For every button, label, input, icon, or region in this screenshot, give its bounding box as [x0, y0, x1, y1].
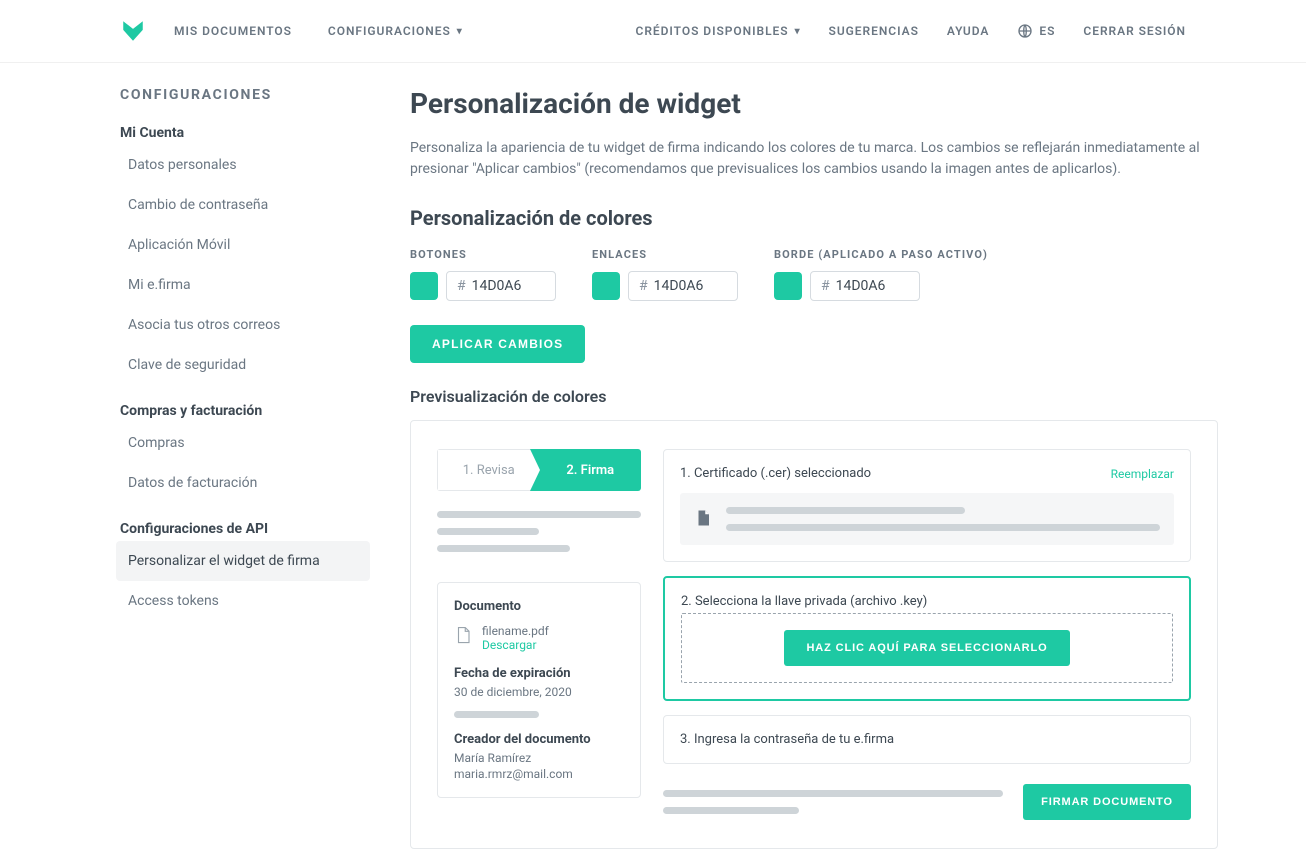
color-hex-value: 14D0A6 [472, 278, 522, 294]
main: Personalización de widget Personaliza la… [410, 87, 1218, 849]
chevron-down-icon: ▾ [795, 26, 801, 37]
page-description: Personaliza la apariencia de tu widget d… [410, 138, 1210, 180]
sidebar-item-security-key[interactable]: Clave de seguridad [116, 345, 370, 385]
skeleton-block [437, 511, 641, 562]
nav-credits[interactable]: CRÉDITOS DISPONIBLES ▾ [636, 24, 801, 38]
document-icon [694, 507, 712, 529]
color-hex-input[interactable]: # 14D0A6 [628, 271, 738, 301]
sidebar-item-efirma[interactable]: Mi e.firma [116, 265, 370, 305]
color-field-label: ENLACES [592, 248, 738, 261]
select-file-button[interactable]: HAZ CLIC AQUÍ PARA SELECCIONARLO [784, 630, 1069, 666]
preview-right-column: 1. Certificado (.cer) seleccionado Reemp… [663, 449, 1191, 820]
sidebar-section-billing: Compras y facturación [120, 403, 370, 419]
document-card-title: Documento [454, 599, 624, 614]
color-swatch[interactable] [410, 272, 438, 300]
preview-label: Previsualización de colores [410, 387, 1218, 406]
selected-cert-box [680, 493, 1174, 545]
color-hex-value: 14D0A6 [836, 278, 886, 294]
globe-icon [1017, 23, 1033, 39]
nav-language[interactable]: ES [1017, 23, 1055, 39]
nav-logout[interactable]: CERRAR SESIÓN [1083, 24, 1186, 38]
color-hex-input[interactable]: # 14D0A6 [810, 271, 920, 301]
sidebar-item-associate-emails[interactable]: Asocia tus otros correos [116, 305, 370, 345]
file-icon [454, 624, 472, 646]
preview-left-column: 1. Revisa 2. Firma Documento [437, 449, 641, 820]
sidebar-section-api: Configuraciones de API [120, 521, 370, 537]
document-download-link[interactable]: Descargar [482, 638, 549, 652]
creator-name: María Ramírez [454, 751, 624, 765]
skeleton-line [663, 790, 1003, 797]
color-field-links: ENLACES # 14D0A6 [592, 248, 738, 301]
skeleton-line [726, 524, 1160, 531]
nav-help[interactable]: AYUDA [947, 24, 990, 38]
step-tab-sign: 2. Firma [540, 449, 642, 491]
sidebar-item-change-password[interactable]: Cambio de contraseña [116, 185, 370, 225]
color-field-border: BORDE (APLICADO A PASO ACTIVO) # 14D0A6 [774, 248, 988, 301]
nav-left: MIS DOCUMENTOS CONFIGURACIONES ▾ [174, 24, 463, 38]
nav-configurations[interactable]: CONFIGURACIONES ▾ [328, 24, 463, 38]
preview-surface: 1. Revisa 2. Firma Documento [410, 420, 1218, 849]
color-hex-input[interactable]: # 14D0A6 [446, 271, 556, 301]
sidebar-item-customize-widget[interactable]: Personalizar el widget de firma [116, 541, 370, 581]
skeleton-line [437, 528, 539, 535]
skeleton-line [663, 807, 799, 814]
document-card: Documento filename.pdf Descargar Fecha d… [437, 582, 641, 798]
nav-documents[interactable]: MIS DOCUMENTOS [174, 24, 292, 38]
sidebar-item-access-tokens[interactable]: Access tokens [116, 581, 370, 621]
step-card-password-title: 3. Ingresa la contraseña de tu e.firma [680, 732, 1174, 747]
step-tabs: 1. Revisa 2. Firma [437, 449, 641, 491]
hash-symbol: # [639, 278, 648, 294]
nav-suggestions[interactable]: SUGERENCIAS [829, 24, 919, 38]
color-field-buttons: BOTONES # 14D0A6 [410, 248, 556, 301]
color-field-label: BORDE (APLICADO A PASO ACTIVO) [774, 248, 988, 261]
sidebar-title: CONFIGURACIONES [120, 87, 370, 103]
creator-email: maria.rmrz@mail.com [454, 767, 624, 781]
skeleton-line [726, 507, 965, 514]
sidebar-item-mobile-app[interactable]: Aplicación Móvil [116, 225, 370, 265]
step-card-password: 3. Ingresa la contraseña de tu e.firma [663, 715, 1191, 764]
chevron-down-icon: ▾ [457, 26, 463, 37]
nav-credits-label: CRÉDITOS DISPONIBLES [636, 24, 789, 38]
document-filename: filename.pdf [482, 624, 549, 638]
step-card-replace-link[interactable]: Reemplazar [1111, 467, 1174, 481]
sidebar-section-account: Mi Cuenta [120, 125, 370, 141]
color-field-label: BOTONES [410, 248, 556, 261]
color-swatch[interactable] [774, 272, 802, 300]
step-card-key-title: 2. Selecciona la llave privada (archivo … [681, 594, 1173, 609]
brand-logo-icon [120, 18, 146, 44]
skeleton-line [437, 545, 570, 552]
colors-section-title: Personalización de colores [410, 206, 1218, 230]
sidebar: CONFIGURACIONES Mi Cuenta Datos personal… [120, 87, 370, 849]
step-card-private-key: 2. Selecciona la llave privada (archivo … [663, 576, 1191, 701]
nav-configurations-label: CONFIGURACIONES [328, 24, 451, 38]
step-card-cert-title: 1. Certificado (.cer) seleccionado [680, 466, 871, 481]
sidebar-item-purchases[interactable]: Compras [116, 423, 370, 463]
step-tab-sign-wrap[interactable]: 2. Firma [540, 449, 642, 491]
expiration-label: Fecha de expiración [454, 666, 624, 681]
expiration-value: 30 de diciembre, 2020 [454, 685, 624, 699]
step-tab-review[interactable]: 1. Revisa [437, 449, 540, 491]
sidebar-item-personal-data[interactable]: Datos personales [116, 145, 370, 185]
dashed-dropzone[interactable]: HAZ CLIC AQUÍ PARA SELECCIONARLO [681, 613, 1173, 683]
step-card-certificate: 1. Certificado (.cer) seleccionado Reemp… [663, 449, 1191, 562]
skeleton-line [437, 511, 641, 518]
page-title: Personalización de widget [410, 87, 1218, 120]
sidebar-item-billing-data[interactable]: Datos de facturación [116, 463, 370, 503]
hash-symbol: # [457, 278, 466, 294]
color-fields: BOTONES # 14D0A6 ENLACES # [410, 248, 1218, 301]
color-hex-value: 14D0A6 [654, 278, 704, 294]
color-swatch[interactable] [592, 272, 620, 300]
skeleton-line [454, 711, 539, 718]
nav-language-label: ES [1039, 24, 1055, 38]
nav-right: CRÉDITOS DISPONIBLES ▾ SUGERENCIAS AYUDA… [636, 23, 1186, 39]
hash-symbol: # [821, 278, 830, 294]
topbar: MIS DOCUMENTOS CONFIGURACIONES ▾ CRÉDITO… [0, 0, 1306, 63]
arrow-left-icon [530, 449, 540, 491]
apply-changes-button[interactable]: APLICAR CAMBIOS [410, 325, 585, 363]
creator-label: Creador del documento [454, 732, 624, 747]
